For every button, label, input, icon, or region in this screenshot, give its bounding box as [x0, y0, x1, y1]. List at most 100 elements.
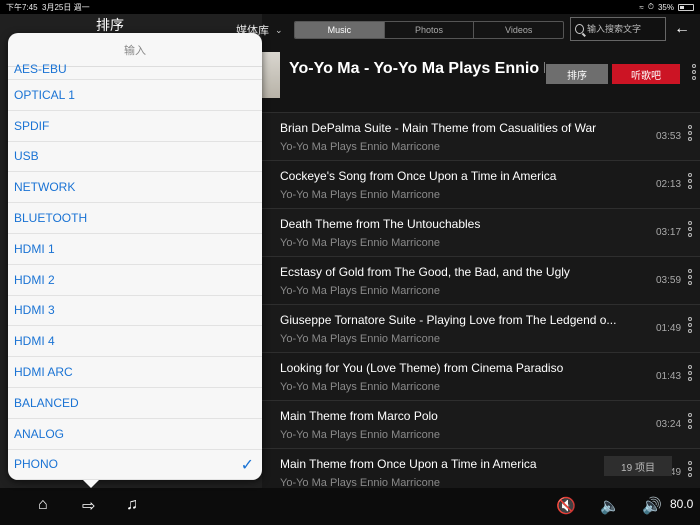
track-more-icon[interactable]: [688, 269, 692, 285]
status-time: 下午7:45: [6, 2, 38, 12]
track-title: Main Theme from Once Upon a Time in Amer…: [280, 457, 537, 471]
back-arrow-icon[interactable]: ←: [674, 20, 690, 38]
input-option[interactable]: OPTICAL 1: [8, 80, 262, 111]
track-row[interactable]: Giuseppe Tornatore Suite - Playing Love …: [262, 304, 700, 352]
input-option[interactable]: SPDIF: [8, 111, 262, 142]
track-title: Death Theme from The Untouchables: [280, 217, 481, 231]
input-option[interactable]: HDMI 4: [8, 326, 262, 358]
track-album: Yo-Yo Ma Plays Ennio Marricone: [280, 429, 440, 441]
input-option[interactable]: BLUETOOTH: [8, 203, 262, 234]
input-option-selected[interactable]: PHONO ✓: [8, 450, 262, 480]
track-row[interactable]: Ecstasy of Gold from The Good, the Bad, …: [262, 256, 700, 304]
search-box: [570, 17, 666, 41]
track-more-icon[interactable]: [688, 125, 692, 141]
track-duration: 03:53: [656, 131, 682, 142]
volume-up-icon[interactable]: 🔊: [642, 496, 662, 516]
search-icon: [575, 24, 584, 34]
track-album: Yo-Yo Ma Plays Ennio Marricone: [280, 189, 440, 201]
track-duration: 03:24: [656, 419, 682, 430]
track-duration: 01:49: [656, 323, 682, 334]
track-more-icon[interactable]: [688, 221, 692, 237]
battery-percent: 35%: [657, 2, 674, 12]
track-more-icon[interactable]: [688, 413, 692, 429]
input-option[interactable]: AES-EBU: [8, 60, 262, 80]
wifi-icon: ≈: [639, 2, 644, 12]
mute-icon[interactable]: 🔇: [556, 496, 576, 516]
track-title: Brian DePalma Suite - Main Theme from Ca…: [280, 121, 597, 135]
option-label: USB: [14, 149, 39, 164]
input-popup: 输入 AES-EBU OPTICAL 1 SPDIF USB NETWORK B…: [8, 33, 262, 480]
input-option[interactable]: HDMI ARC: [8, 357, 262, 388]
volume-down-icon[interactable]: 🔈: [600, 496, 620, 516]
input-icon[interactable]: ⇨: [82, 496, 95, 516]
track-album: Yo-Yo Ma Plays Ennio Marricone: [280, 333, 440, 345]
track-title: Cockeye's Song from Once Upon a Time in …: [280, 169, 557, 183]
track-duration: 03:17: [656, 227, 682, 238]
popup-arrow: [83, 480, 99, 488]
volume-level: 80.0: [670, 497, 694, 511]
battery-fill: [680, 5, 685, 9]
track-title: Ecstasy of Gold from The Good, the Bad, …: [280, 265, 570, 279]
checkmark-icon: ✓: [240, 456, 254, 474]
search-input[interactable]: [587, 24, 665, 34]
option-label: HDMI 4: [14, 334, 55, 349]
status-bar: 下午7:45 3月25日 週一 ≈ ⏱ 35%: [0, 0, 700, 14]
track-duration: 01:43: [656, 371, 682, 382]
input-option[interactable]: USB: [8, 142, 262, 173]
track-more-icon[interactable]: [688, 317, 692, 333]
option-label: PHONO: [14, 457, 59, 472]
option-label: HDMI ARC: [14, 365, 73, 380]
track-more-icon[interactable]: [688, 365, 692, 381]
status-date: 3月25日 週一: [42, 2, 90, 12]
track-row[interactable]: Brian DePalma Suite - Main Theme from Ca…: [262, 112, 700, 160]
media-type-tabs: Music Photos Videos: [294, 21, 564, 39]
track-row[interactable]: Death Theme from The Untouchables Yo-Yo …: [262, 208, 700, 256]
chevron-down-icon: ⌄: [275, 24, 283, 35]
top-nav: 媒体库 ⌄ Music Photos Videos ←: [228, 14, 700, 46]
input-option[interactable]: HDMI 1: [8, 234, 262, 265]
item-count-badge: 19 项目: [604, 456, 672, 476]
listen-button[interactable]: 听歌吧: [612, 64, 680, 84]
status-time-date: 下午7:45 3月25日 週一: [6, 2, 639, 13]
album-more-icon[interactable]: [692, 64, 696, 80]
input-option[interactable]: ANALOG: [8, 419, 262, 450]
option-label: HDMI 3: [14, 303, 55, 318]
home-icon[interactable]: ⌂: [38, 496, 48, 514]
tab-music[interactable]: Music: [295, 22, 385, 38]
track-more-icon[interactable]: [688, 173, 692, 189]
album-title: Yo-Yo Ma - Yo-Yo Ma Plays Ennio M: [289, 60, 545, 77]
track-more-icon[interactable]: [688, 461, 692, 477]
track-album: Yo-Yo Ma Plays Ennio Marricone: [280, 381, 440, 393]
sort-button[interactable]: 排序: [546, 64, 608, 84]
track-album: Yo-Yo Ma Plays Ennio Marricone: [280, 285, 440, 297]
option-label: OPTICAL 1: [14, 87, 75, 102]
input-option[interactable]: BALANCED: [8, 388, 262, 419]
option-label: HDMI 1: [14, 241, 55, 256]
option-label: SPDIF: [14, 118, 50, 133]
battery-icon: [678, 3, 694, 11]
option-label: AES-EBU: [14, 61, 67, 76]
queue-icon[interactable]: ♫: [126, 496, 138, 514]
input-option[interactable]: NETWORK: [8, 172, 262, 204]
bottom-bar: ⌂ ⇨ ♫ 🔇 🔈 🔊: [0, 488, 700, 525]
track-title: Giuseppe Tornatore Suite - Playing Love …: [280, 313, 617, 327]
track-list: Brian DePalma Suite - Main Theme from Ca…: [262, 112, 700, 496]
input-option[interactable]: HDMI 3: [8, 296, 262, 327]
track-duration: 02:13: [656, 179, 682, 190]
tab-videos[interactable]: Videos: [474, 22, 563, 38]
track-row[interactable]: Cockeye's Song from Once Upon a Time in …: [262, 160, 700, 208]
track-title: Looking for You (Love Theme) from Cinema…: [280, 361, 564, 375]
tab-photos[interactable]: Photos: [385, 22, 475, 38]
track-album: Yo-Yo Ma Plays Ennio Marricone: [280, 141, 440, 153]
track-duration: 03:59: [656, 275, 682, 286]
status-indicators: ≈ ⏱ 35%: [639, 2, 694, 12]
track-row[interactable]: Looking for You (Love Theme) from Cinema…: [262, 352, 700, 400]
option-label: BLUETOOTH: [14, 211, 88, 226]
track-title: Main Theme from Marco Polo: [280, 409, 438, 423]
track-album: Yo-Yo Ma Plays Ennio Marricone: [280, 237, 440, 249]
input-option[interactable]: HDMI 2: [8, 265, 262, 296]
input-options-list: AES-EBU OPTICAL 1 SPDIF USB NETWORK BLUE…: [8, 60, 262, 480]
option-label: ANALOG: [14, 426, 65, 441]
track-row[interactable]: Main Theme from Marco Polo Yo-Yo Ma Play…: [262, 400, 700, 448]
left-panel-title: 排序: [96, 17, 124, 33]
